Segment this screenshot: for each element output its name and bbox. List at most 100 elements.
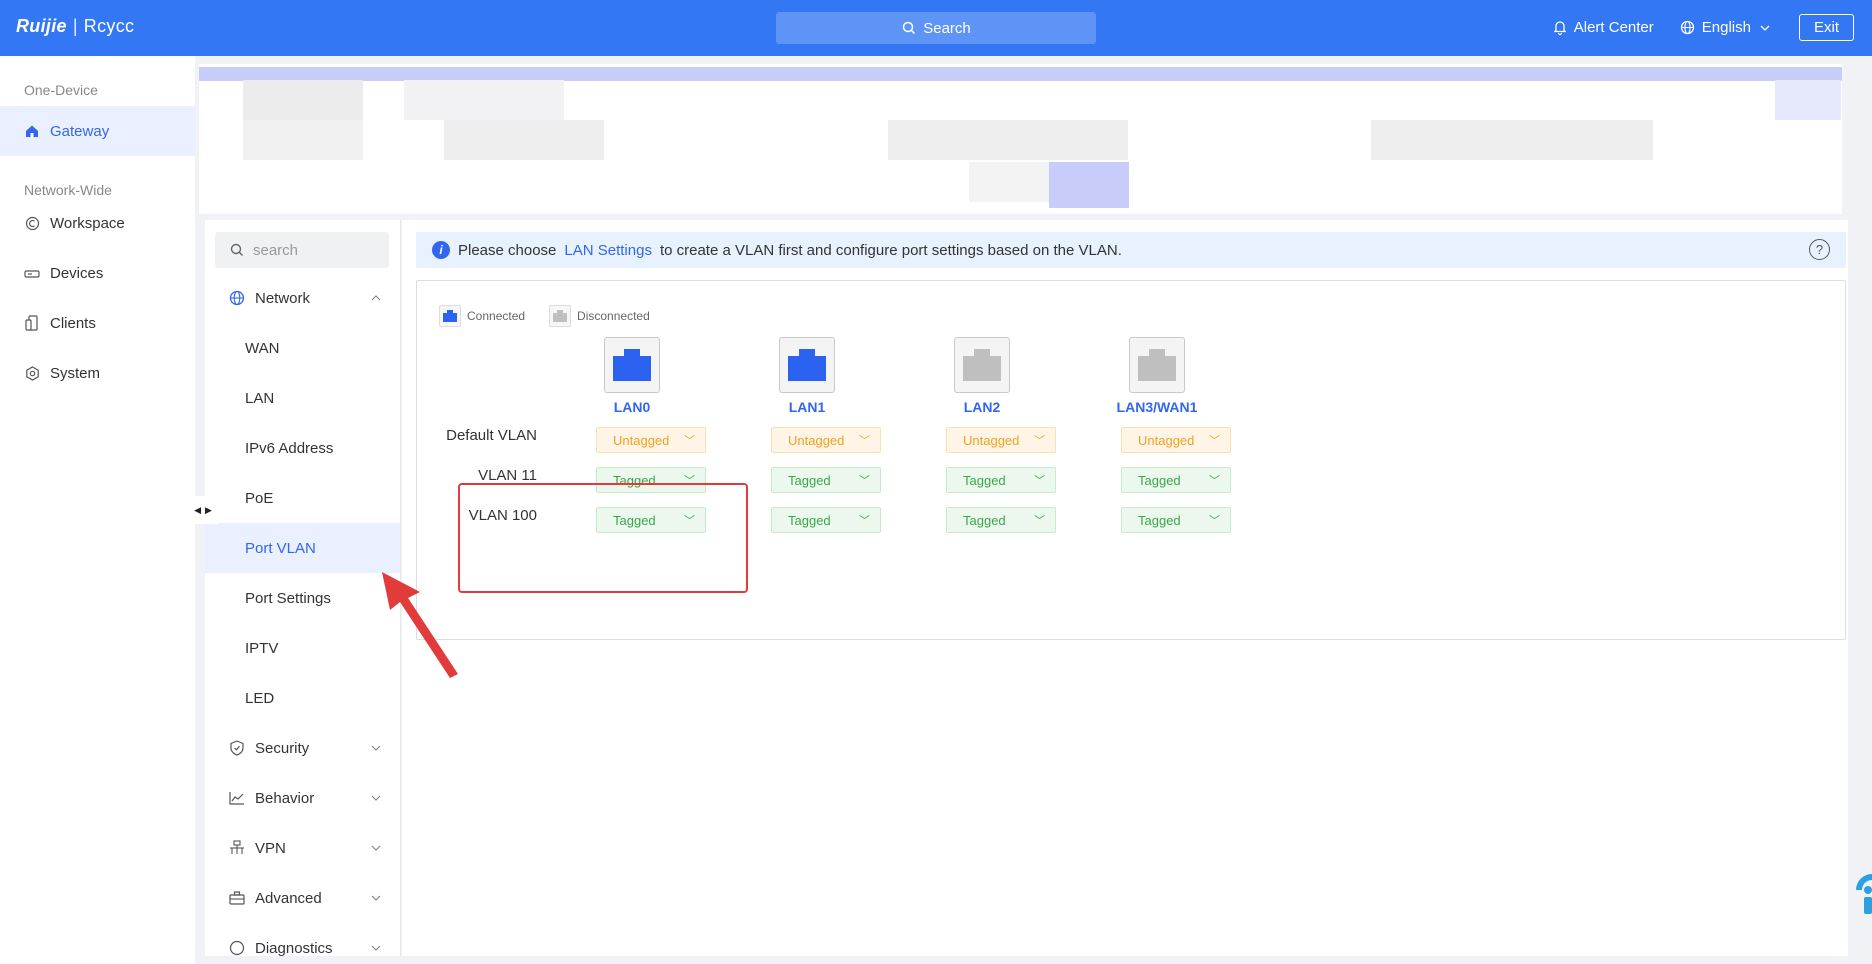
menu-item-port-settings[interactable]: Port Settings bbox=[205, 573, 400, 623]
menu-category-vpn[interactable]: VPN bbox=[205, 823, 400, 873]
nav-item-workspace[interactable]: Workspace bbox=[0, 198, 195, 248]
menu-category-label: Network bbox=[255, 289, 311, 307]
logo-text: Ruijie bbox=[16, 16, 67, 36]
chevron-down-icon bbox=[1757, 20, 1773, 36]
nav-label-system: System bbox=[50, 364, 101, 382]
chevron-up-icon bbox=[371, 292, 381, 304]
vlan-mode-select[interactable]: Tagged ﹀ bbox=[771, 507, 881, 533]
port-connected-icon bbox=[439, 305, 461, 327]
legend-connected: Connected bbox=[439, 305, 525, 327]
clients-icon bbox=[24, 315, 40, 331]
nav-item-system[interactable]: System bbox=[0, 348, 195, 398]
menu-category-label: Diagnostics bbox=[255, 939, 333, 957]
port-disconnected-icon bbox=[549, 305, 572, 327]
menu-item-port-vlan[interactable]: Port VLAN bbox=[205, 523, 400, 573]
chevron-down-icon: ﹀ bbox=[1034, 435, 1045, 447]
legend-connected-label: Connected bbox=[467, 309, 526, 323]
chevron-down-icon: ﹀ bbox=[1209, 475, 1220, 487]
chevron-down-icon bbox=[371, 842, 381, 854]
menu-category-network[interactable]: Network bbox=[205, 273, 400, 323]
vlan-mode-select[interactable]: Untagged ﹀ bbox=[946, 427, 1056, 453]
nav-label-devices: Devices bbox=[50, 264, 104, 282]
nav-item-devices[interactable]: Devices bbox=[0, 248, 195, 298]
help-icon[interactable]: ? bbox=[1809, 239, 1830, 260]
redacted-block bbox=[404, 80, 564, 120]
search-icon bbox=[229, 242, 245, 258]
chevron-down-icon: ﹀ bbox=[684, 435, 695, 447]
nav-label-clients: Clients bbox=[50, 314, 96, 332]
vlan-mode-select[interactable]: Untagged ﹀ bbox=[771, 427, 881, 453]
select-value: Tagged bbox=[963, 512, 1006, 528]
port-lan1[interactable]: LAN1 bbox=[762, 337, 852, 415]
vlan-mode-select[interactable]: Tagged ﹀ bbox=[1121, 507, 1231, 533]
port-lan3-wan1[interactable]: LAN3/WAN1 bbox=[1112, 337, 1202, 415]
vlan-mode-select[interactable]: Untagged ﹀ bbox=[596, 427, 706, 453]
select-value: Tagged bbox=[1138, 472, 1181, 488]
port-name: LAN1 bbox=[788, 399, 826, 415]
select-value: Untagged bbox=[1138, 432, 1195, 448]
home-icon bbox=[24, 123, 40, 139]
chevron-down-icon: ﹀ bbox=[859, 515, 870, 527]
menu-item-iptv[interactable]: IPTV bbox=[205, 623, 400, 673]
redacted-block bbox=[888, 120, 1128, 160]
menu-category-advanced[interactable]: Advanced bbox=[205, 873, 400, 923]
chevron-down-icon bbox=[371, 742, 381, 754]
port-lan2[interactable]: LAN2 bbox=[937, 337, 1027, 415]
vlan-mode-select[interactable]: Untagged ﹀ bbox=[1121, 427, 1231, 453]
menu-item-wan[interactable]: WAN bbox=[205, 323, 400, 373]
red-arrow-annotation bbox=[382, 572, 458, 678]
redacted-block bbox=[444, 120, 604, 160]
nav-item-gateway[interactable]: Gateway bbox=[0, 106, 195, 156]
ethernet-port-icon bbox=[604, 337, 660, 393]
menu-category-behavior[interactable]: Behavior bbox=[205, 773, 400, 823]
chevron-down-icon bbox=[371, 892, 381, 904]
chevron-down-icon bbox=[371, 792, 381, 804]
chevron-down-icon: ﹀ bbox=[859, 435, 870, 447]
port-legend: Connected Disconnected bbox=[439, 305, 650, 327]
select-value: Untagged bbox=[788, 432, 845, 448]
menu-category-diagnostics[interactable]: Diagnostics bbox=[205, 923, 400, 957]
caret-left-icon: ◀ bbox=[194, 504, 201, 515]
select-value: Tagged bbox=[788, 512, 831, 528]
brand-logo[interactable]: Ruijie | Rcycc bbox=[16, 16, 134, 37]
redacted-block bbox=[243, 120, 363, 160]
language-select[interactable]: English bbox=[1680, 19, 1773, 36]
language-label: English bbox=[1701, 19, 1751, 36]
port-lan0[interactable]: LAN0 bbox=[587, 337, 677, 415]
redacted-block bbox=[1371, 120, 1653, 160]
redacted-block bbox=[969, 162, 1049, 202]
menu-category-security[interactable]: Security bbox=[205, 723, 400, 773]
alert-center-button[interactable]: Alert Center bbox=[1552, 19, 1654, 36]
diagnostics-icon bbox=[229, 940, 245, 956]
nav-item-clients[interactable]: Clients bbox=[0, 298, 195, 348]
info-icon: i bbox=[432, 241, 450, 259]
search-label: Search bbox=[923, 19, 971, 37]
vlan-mode-select[interactable]: Tagged ﹀ bbox=[1121, 467, 1231, 493]
vlan-mode-select[interactable]: Tagged ﹀ bbox=[946, 507, 1056, 533]
redacted-strip bbox=[199, 67, 1842, 81]
menu-item-ipv6-address[interactable]: IPv6 Address bbox=[205, 423, 400, 473]
menu-item-lan[interactable]: LAN bbox=[205, 373, 400, 423]
redacted-block bbox=[243, 80, 363, 120]
system-icon bbox=[24, 365, 40, 381]
main-sidebar: One-Device Gateway Network-Wide Workspac… bbox=[0, 56, 195, 964]
menu-search-input[interactable]: search bbox=[215, 232, 389, 268]
select-value: Tagged bbox=[788, 472, 831, 488]
chevron-down-icon: ﹀ bbox=[1209, 515, 1220, 527]
floating-assistant-icon[interactable] bbox=[1852, 870, 1872, 916]
lan-settings-link[interactable]: LAN Settings bbox=[564, 242, 652, 259]
global-search-button[interactable]: Search bbox=[776, 12, 1096, 44]
settings-sidebar: search Network WAN LAN IPv6 Address PoE … bbox=[205, 220, 401, 956]
menu-category-label: VPN bbox=[255, 839, 286, 857]
port-name: LAN2 bbox=[963, 399, 1001, 415]
menu-item-led[interactable]: LED bbox=[205, 673, 400, 723]
vlan-mode-select[interactable]: Tagged ﹀ bbox=[771, 467, 881, 493]
vlan-mode-select[interactable]: Tagged ﹀ bbox=[946, 467, 1056, 493]
nav-group-network-wide: Network-Wide bbox=[24, 182, 112, 198]
menu-item-poe[interactable]: PoE bbox=[205, 473, 400, 523]
briefcase-icon bbox=[229, 890, 245, 906]
exit-button[interactable]: Exit bbox=[1798, 14, 1854, 41]
sidebar-collapse-toggle[interactable]: ◀ ▶ bbox=[188, 496, 218, 524]
shield-icon bbox=[229, 740, 245, 756]
chevron-down-icon bbox=[371, 942, 381, 954]
